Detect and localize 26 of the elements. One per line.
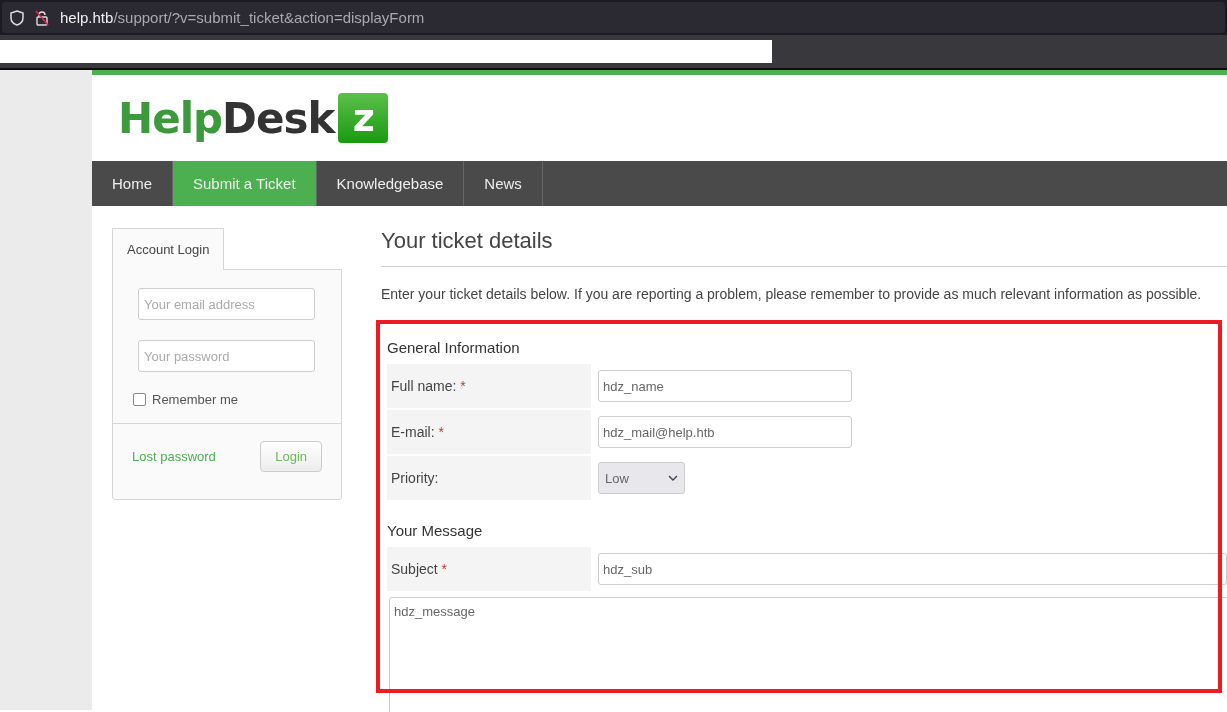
message-textarea[interactable]: hdz_message: [389, 597, 1227, 712]
section-heading: Your Message: [387, 521, 484, 541]
nav-tab[interactable]: Knowledgebase: [316, 161, 465, 206]
field-label: Priority:: [387, 456, 591, 500]
nav-tab[interactable]: News: [464, 161, 543, 206]
field-label: Full name: *: [387, 364, 591, 408]
helpdeskz-logo: HelpDesk z: [118, 93, 389, 143]
text-field[interactable]: hdz_mail@help.htb: [598, 416, 852, 448]
section-heading: General Information: [387, 338, 521, 358]
account-login-tab[interactable]: Account Login: [112, 228, 225, 270]
priority-select[interactable]: Low: [598, 462, 685, 494]
crossed-lock-icon: [34, 9, 50, 26]
address-bar[interactable]: help.htb/support/?v=submit_ticket&action=displayForm: [2, 2, 1225, 33]
url-text: help.htb/support/?v=submit_ticket&action=displayForm: [60, 9, 425, 26]
remember-checkbox[interactable]: [133, 393, 146, 406]
password-field[interactable]: Your password: [138, 340, 315, 372]
text-field[interactable]: hdz_name: [598, 370, 852, 402]
chevron-down-icon: [668, 475, 678, 481]
page-title: Your ticket details: [381, 227, 554, 253]
remember-label: Remember me: [152, 392, 238, 407]
field-label: Subject *: [387, 547, 591, 591]
field-label: E-mail: *: [387, 410, 591, 454]
email-field[interactable]: Your email address: [138, 288, 315, 320]
intro-text: Enter your ticket details below. If you are reporting a problem, please remember to provide as much relevant information as possible.: [381, 286, 1203, 302]
shield-icon: [10, 9, 24, 26]
text-field[interactable]: hdz_sub: [598, 553, 1227, 585]
